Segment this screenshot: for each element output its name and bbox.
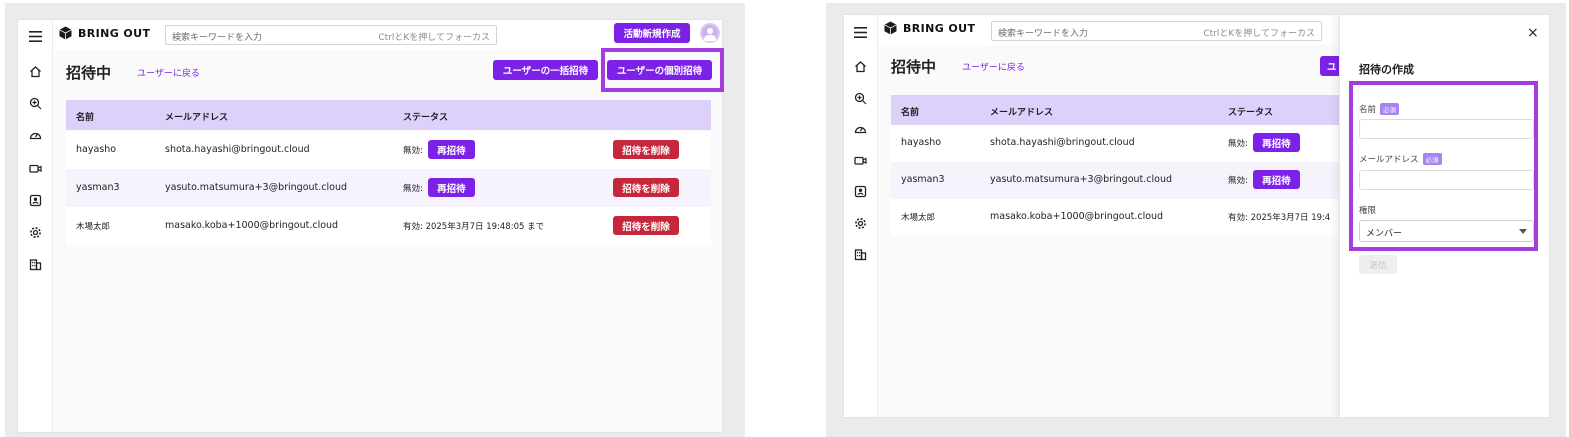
menu-icon[interactable] xyxy=(853,24,869,40)
column-header-name: 名前 xyxy=(901,108,920,118)
building-icon[interactable] xyxy=(853,246,869,262)
back-to-users-link[interactable]: ユーザーに戻る xyxy=(137,66,200,79)
left-sidebar xyxy=(18,20,53,432)
row-status-text: 無効: xyxy=(403,183,423,194)
search-shortcut-hint: CtrlとKを押してフォーカス xyxy=(378,33,490,43)
row-name: hayasho xyxy=(901,137,942,148)
cube-logo-icon xyxy=(59,26,72,40)
table-header: 名前 メールアドレス ステータス xyxy=(891,95,1351,125)
table-header: 名前 メールアドレス ステータス xyxy=(66,100,711,130)
row-name: 木場太郎 xyxy=(901,213,936,223)
page: BRING OUT 検索キーワードを入力 CtrlとKを押してフォーカス 活動新… xyxy=(0,0,1569,437)
column-header-name: 名前 xyxy=(76,113,95,123)
row-status-text: 有効: 2025年3月7日 19:48:05 まで xyxy=(403,222,545,232)
row-status: 無効: 再招待 xyxy=(1228,170,1300,189)
search-placeholder: 検索キーワードを入力 xyxy=(172,33,263,43)
row-status: 無効: 再招待 xyxy=(403,178,475,197)
reinvite-button[interactable]: 再招待 xyxy=(427,140,475,159)
search-input[interactable]: 検索キーワードを入力 CtrlとKを押してフォーカス xyxy=(165,25,497,45)
row-email: shota.hayashi@bringout.cloud xyxy=(165,144,310,155)
row-email: shota.hayashi@bringout.cloud xyxy=(990,137,1135,148)
reinvite-button[interactable]: 再招待 xyxy=(427,178,475,197)
row-name: yasman3 xyxy=(76,182,120,193)
row-email: yasuto.matsumura+3@bringout.cloud xyxy=(990,174,1173,185)
home-icon[interactable] xyxy=(853,58,869,74)
menu-icon[interactable] xyxy=(27,28,43,44)
close-icon[interactable]: × xyxy=(1527,25,1539,41)
delete-invite-button[interactable]: 招待を削除 xyxy=(613,216,679,235)
row-status-text: 無効: xyxy=(1228,138,1248,149)
badge-icon[interactable] xyxy=(853,183,869,199)
right-sidebar xyxy=(844,15,878,417)
gear-icon[interactable] xyxy=(27,224,43,240)
search-input[interactable]: 検索キーワードを入力 CtrlとKを押してフォーカス xyxy=(991,21,1322,41)
row-email: yasuto.matsumura+3@bringout.cloud xyxy=(165,182,348,193)
invites-table: 名前 メールアドレス ステータス hayasho shota.hayashi@b… xyxy=(66,100,711,245)
avatar[interactable] xyxy=(700,23,720,43)
table-row: hayasho shota.hayashi@bringout.cloud 無効:… xyxy=(66,131,711,169)
row-email: masako.koba+1000@bringout.cloud xyxy=(990,211,1164,222)
row-status: 無効: 再招待 xyxy=(1228,133,1300,152)
column-header-status: ステータス xyxy=(1228,108,1274,118)
submit-button[interactable]: 送信 xyxy=(1359,255,1397,274)
column-header-email: メールアドレス xyxy=(165,113,229,123)
delete-invite-button[interactable]: 招待を削除 xyxy=(613,178,679,197)
drawer-title: 招待の作成 xyxy=(1359,63,1414,76)
brand-name: BRING OUT xyxy=(78,26,151,40)
row-name: yasman3 xyxy=(901,174,945,185)
invites-table: 名前 メールアドレス ステータス hayasho shota.hayashi@b… xyxy=(891,95,1351,235)
left-topbar: BRING OUT 検索キーワードを入力 CtrlとKを押してフォーカス 活動新… xyxy=(53,20,722,50)
individual-invite-highlight xyxy=(601,48,724,92)
table-row: yasman3 yasuto.matsumura+3@bringout.clou… xyxy=(891,162,1351,199)
gear-icon[interactable] xyxy=(853,215,869,231)
dashboard-icon[interactable] xyxy=(853,121,869,137)
search-placeholder: 検索キーワードを入力 xyxy=(998,29,1089,39)
row-email: masako.koba+1000@bringout.cloud xyxy=(165,220,339,231)
row-status-text: 無効: xyxy=(1228,175,1248,186)
badge-icon[interactable] xyxy=(27,192,43,208)
delete-invite-button[interactable]: 招待を削除 xyxy=(613,140,679,159)
cube-logo-icon xyxy=(884,21,897,35)
building-icon[interactable] xyxy=(27,256,43,272)
back-to-users-link[interactable]: ユーザーに戻る xyxy=(962,60,1025,73)
table-row: yasman3 yasuto.matsumura+3@bringout.clou… xyxy=(66,169,711,207)
row-status-text-truncated: 有効: 2025年3月7日 19:4 xyxy=(1228,213,1331,223)
reinvite-button[interactable]: 再招待 xyxy=(1252,133,1300,152)
row-status: 無効: 再招待 xyxy=(403,140,475,159)
search-shortcut-hint: CtrlとKを押してフォーカス xyxy=(1203,29,1315,39)
home-icon[interactable] xyxy=(27,63,43,79)
row-name: hayasho xyxy=(76,144,117,155)
table-row: hayasho shota.hayashi@bringout.cloud 無効:… xyxy=(891,125,1351,162)
video-icon[interactable] xyxy=(27,160,43,176)
invite-form-highlight xyxy=(1349,81,1538,251)
new-activity-button[interactable]: 活動新規作成 xyxy=(614,23,690,43)
reinvite-button[interactable]: 再招待 xyxy=(1252,170,1300,189)
page-title: 招待中 xyxy=(891,58,937,76)
table-row: 木場太郎 masako.koba+1000@bringout.cloud 有効:… xyxy=(891,199,1351,235)
column-header-status: ステータス xyxy=(403,113,449,123)
row-status-text: 無効: xyxy=(403,145,423,156)
search-zoom-icon[interactable] xyxy=(853,90,869,106)
row-name: 木場太郎 xyxy=(76,222,111,232)
column-header-email: メールアドレス xyxy=(990,108,1054,118)
video-icon[interactable] xyxy=(853,152,869,168)
table-row: 木場太郎 masako.koba+1000@bringout.cloud 有効:… xyxy=(66,207,711,245)
search-zoom-icon[interactable] xyxy=(27,95,43,111)
page-title: 招待中 xyxy=(66,64,112,82)
brand-name: BRING OUT xyxy=(903,21,976,35)
brand-logo[interactable]: BRING OUT xyxy=(884,21,975,35)
brand-logo[interactable]: BRING OUT xyxy=(59,26,150,40)
dashboard-icon[interactable] xyxy=(27,127,43,143)
bulk-invite-button[interactable]: ユーザーの一括招待 xyxy=(493,60,598,80)
